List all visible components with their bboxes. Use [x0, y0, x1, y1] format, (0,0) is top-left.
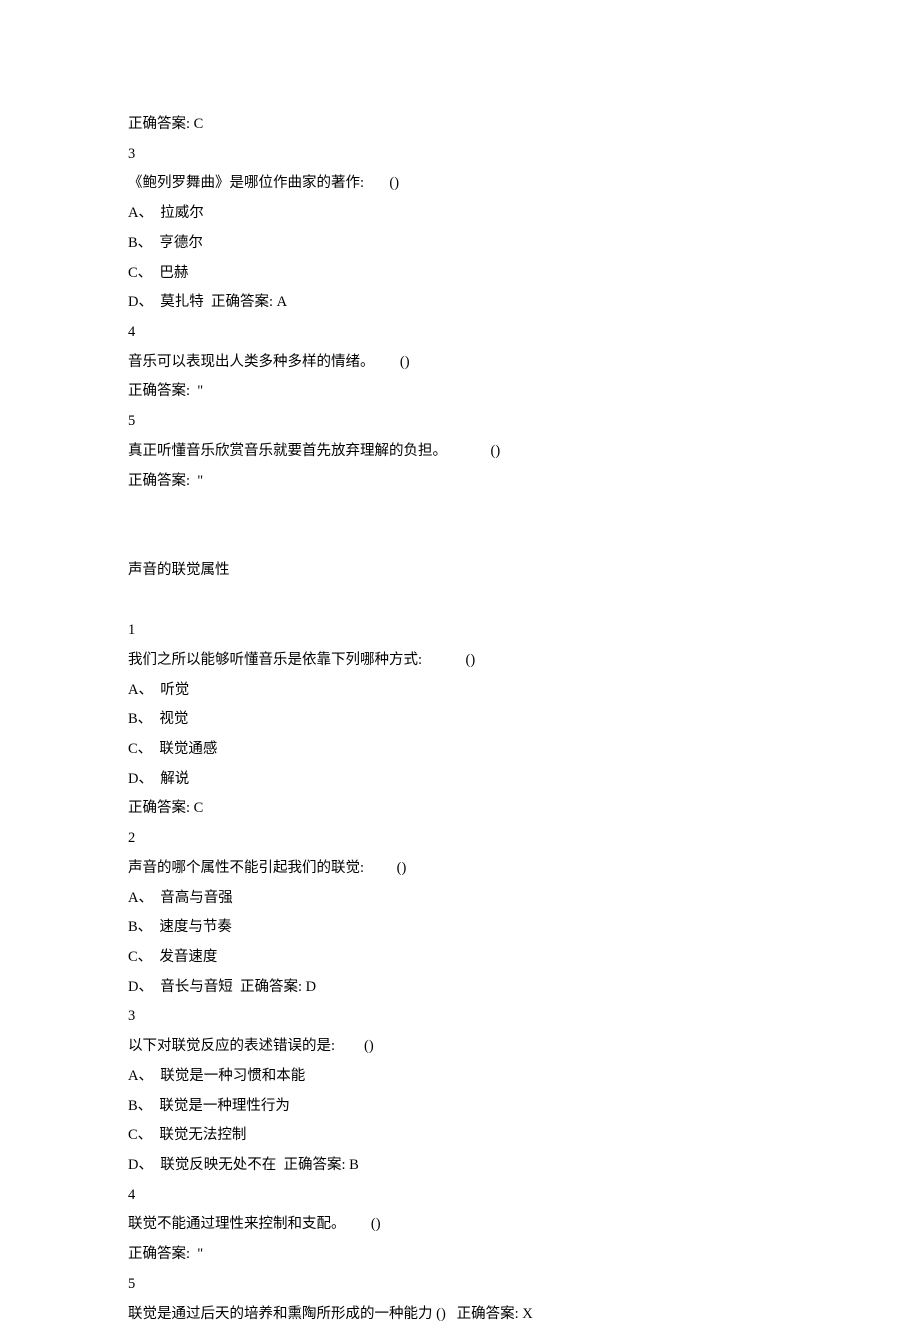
question-number: 5	[128, 407, 792, 437]
option-b: B、 视觉	[128, 705, 792, 735]
question-stem: 联觉不能通过理性来控制和支配。 ()	[128, 1210, 792, 1240]
answer-text: 正确答案: C	[128, 794, 792, 824]
answer-text: 正确答案: C	[128, 110, 792, 140]
option-c: C、 联觉无法控制	[128, 1121, 792, 1151]
option-c: C、 巴赫	[128, 259, 792, 289]
answer-text: 正确答案: "	[128, 467, 792, 497]
blank-line	[128, 526, 792, 556]
option-d: D、 联觉反映无处不在 正确答案: B	[128, 1151, 792, 1181]
question-number: 3	[128, 1002, 792, 1032]
question-stem: 声音的哪个属性不能引起我们的联觉: ()	[128, 854, 792, 884]
question-number: 5	[128, 1270, 792, 1300]
option-d: D、 解说	[128, 765, 792, 795]
option-b: B、 速度与节奏	[128, 913, 792, 943]
option-a: A、 听觉	[128, 676, 792, 706]
question-stem: 《鲍列罗舞曲》是哪位作曲家的著作: ()	[128, 169, 792, 199]
question-number: 4	[128, 1181, 792, 1211]
question-stem: 我们之所以能够听懂音乐是依靠下列哪种方式: ()	[128, 646, 792, 676]
option-b: B、 联觉是一种理性行为	[128, 1092, 792, 1122]
option-d: D、 莫扎特 正确答案: A	[128, 288, 792, 318]
option-a: A、 音高与音强	[128, 884, 792, 914]
option-a: A、 联觉是一种习惯和本能	[128, 1062, 792, 1092]
question-number: 3	[128, 140, 792, 170]
question-stem: 音乐可以表现出人类多种多样的情绪。 ()	[128, 348, 792, 378]
section-title: 声音的联觉属性	[128, 556, 792, 586]
question-number: 1	[128, 616, 792, 646]
option-a: A、 拉威尔	[128, 199, 792, 229]
option-c: C、 联觉通感	[128, 735, 792, 765]
answer-text: 正确答案: "	[128, 1240, 792, 1270]
question-stem: 以下对联觉反应的表述错误的是: ()	[128, 1032, 792, 1062]
question-number: 2	[128, 824, 792, 854]
answer-text: 正确答案: "	[128, 377, 792, 407]
option-b: B、 亨德尔	[128, 229, 792, 259]
question-stem: 真正听懂音乐欣赏音乐就要首先放弃理解的负担。 ()	[128, 437, 792, 467]
blank-line	[128, 496, 792, 526]
blank-line	[128, 586, 792, 616]
question-stem: 联觉是通过后天的培养和熏陶所形成的一种能力 () 正确答案: X	[128, 1300, 792, 1329]
question-number: 4	[128, 318, 792, 348]
document-page: 正确答案: C 3 《鲍列罗舞曲》是哪位作曲家的著作: () A、 拉威尔 B、…	[0, 0, 920, 1303]
option-d: D、 音长与音短 正确答案: D	[128, 973, 792, 1003]
option-c: C、 发音速度	[128, 943, 792, 973]
